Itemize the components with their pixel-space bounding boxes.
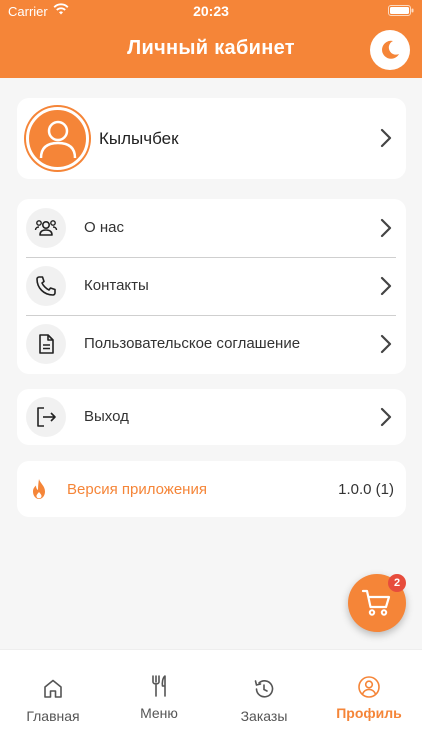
tab-label: Меню	[140, 705, 178, 721]
menu-item-label: Контакты	[84, 277, 149, 294]
menu-item-label: О нас	[84, 219, 124, 236]
chevron-right-icon	[380, 407, 392, 427]
header: Carrier 20:23 Личный кабинет	[0, 0, 422, 78]
history-icon	[254, 680, 274, 698]
tab-home[interactable]: Главная	[0, 650, 106, 750]
version-card: Версия приложения 1.0.0 (1)	[17, 461, 406, 517]
tab-label: Заказы	[240, 708, 288, 724]
status-bar: Carrier 20:23	[0, 0, 422, 22]
profile-card[interactable]: Кылычбек	[17, 98, 406, 179]
chevron-right-icon	[380, 334, 392, 354]
fork-knife-icon	[152, 675, 166, 697]
chevron-right-icon	[380, 218, 392, 238]
page-title: Личный кабинет	[127, 37, 295, 59]
menu-item-about[interactable]: О нас	[17, 199, 406, 257]
tab-profile[interactable]: Профиль	[316, 650, 422, 750]
tab-orders[interactable]: Заказы	[211, 650, 317, 750]
tab-label: Главная	[26, 708, 80, 724]
chevron-right-icon	[380, 128, 392, 148]
tab-bar: Главная Меню Заказы Профиль	[0, 649, 422, 750]
profile-screen: Carrier 20:23 Личный кабинет Кылычбек О …	[0, 0, 422, 750]
battery-icon	[388, 5, 414, 16]
profile-icon	[358, 676, 380, 698]
agreement-icon-wrap	[26, 324, 66, 364]
document-icon	[39, 334, 54, 354]
profile-name: Кылычбек	[99, 129, 179, 148]
status-time: 20:23	[193, 3, 229, 19]
cart-badge: 2	[388, 574, 406, 592]
logout-button[interactable]: Выход	[17, 388, 406, 446]
logout-icon	[37, 407, 56, 427]
contacts-icon-wrap	[26, 266, 66, 306]
phone-icon	[36, 276, 56, 296]
home-icon	[44, 679, 62, 698]
version-label: Версия приложения	[67, 481, 207, 498]
moon-icon	[382, 40, 399, 59]
cart-icon	[361, 589, 391, 616]
logout-label: Выход	[84, 408, 129, 425]
logout-icon-wrap	[26, 397, 66, 437]
about-icon-wrap	[26, 208, 66, 248]
avatar	[26, 107, 89, 170]
logout-card: Выход	[17, 389, 406, 445]
user-avatar-icon	[39, 120, 76, 158]
tab-menu[interactable]: Меню	[106, 650, 212, 750]
menu-item-agreement[interactable]: Пользовательское соглашение	[17, 315, 406, 373]
menu-item-contacts[interactable]: Контакты	[17, 257, 406, 315]
theme-toggle-button[interactable]	[370, 30, 410, 70]
chevron-right-icon	[380, 276, 392, 296]
menu-card: О нас Контакты Пользовательское соглашен…	[17, 199, 406, 374]
fire-icon	[33, 479, 45, 499]
tab-label: Профиль	[336, 705, 402, 721]
people-icon	[34, 220, 58, 236]
version-value: 1.0.0 (1)	[338, 481, 394, 498]
menu-item-label: Пользовательское соглашение	[84, 335, 301, 352]
